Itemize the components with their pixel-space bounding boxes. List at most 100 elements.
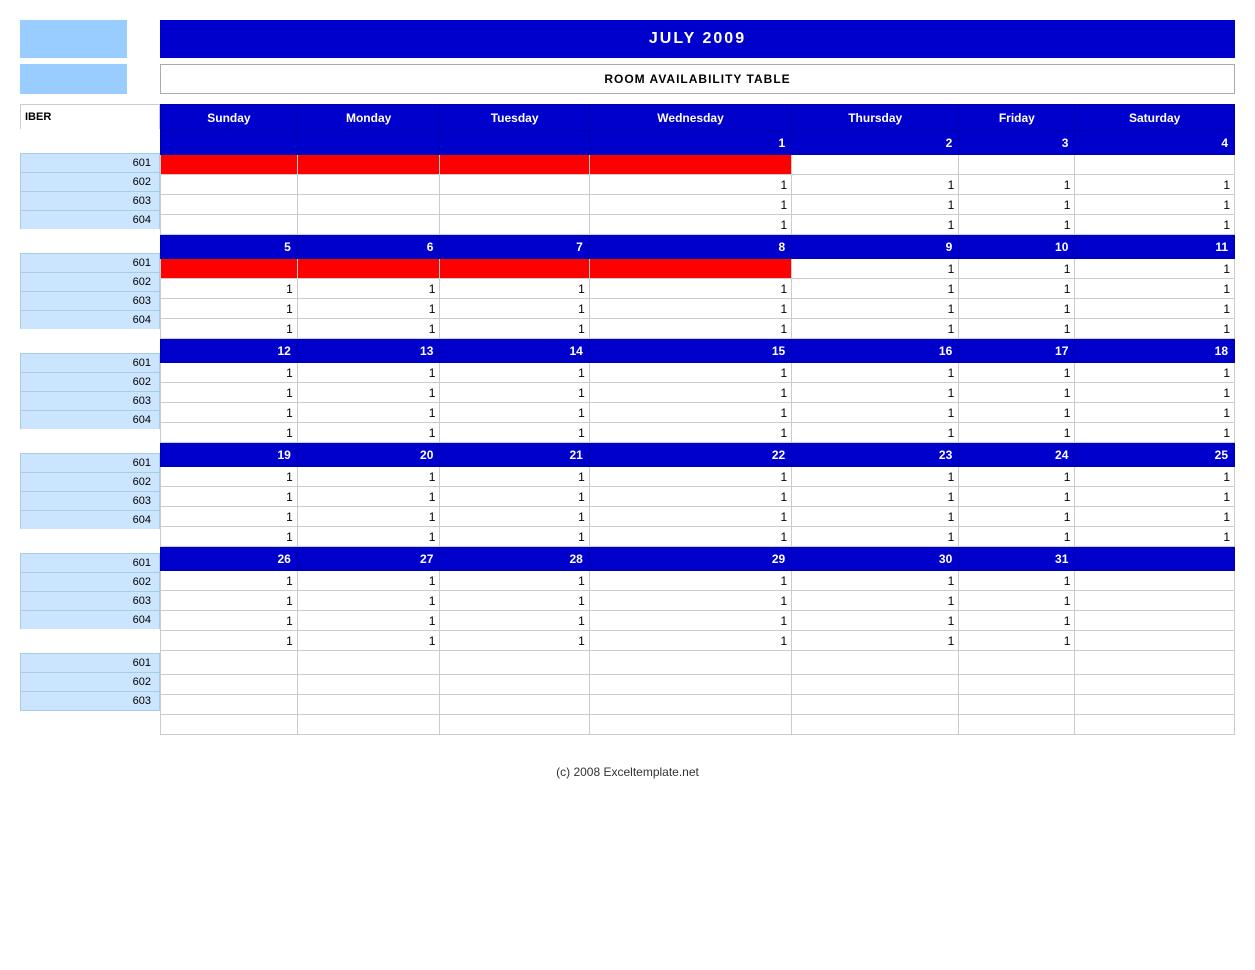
w1-602-wed: 1 [589,175,791,195]
w1-mon [297,131,440,155]
room-601-w4: 601 [20,453,160,473]
extra-room601 [161,675,1235,695]
w1-604-mon [297,215,440,235]
w1-601-sun [161,155,298,175]
w1-room604: 1 1 1 1 [161,215,1235,235]
w2-fri: 10 [959,235,1075,259]
monday-header: Monday [297,105,440,131]
w1-room601 [161,155,1235,175]
room-602-extra: 602 [20,672,160,692]
room-602-w3: 602 [20,372,160,392]
week2-header-spacer [20,229,160,253]
w1-room603: 1 1 1 1 [161,195,1235,215]
room-603-extra: 603 [20,691,160,711]
room-604-w4: 604 [20,510,160,530]
room-602-w4: 602 [20,472,160,492]
w1-603-sat: 1 [1075,195,1235,215]
title-box: JULY 2009 [160,20,1235,58]
room-603-w4: 603 [20,491,160,511]
room-602-w2: 602 [20,272,160,292]
room-604-w5: 604 [20,610,160,630]
w1-604-tue [440,215,589,235]
w1-sat: 4 [1075,131,1235,155]
w1-604-fri: 1 [959,215,1075,235]
extra-header-spacer [161,651,1235,675]
w4-room601: 1 1 1 1 1 1 1 [161,467,1235,487]
w1-fri: 3 [959,131,1075,155]
sunday-header: Sunday [161,105,298,131]
w1-tue [440,131,589,155]
footer: (c) 2008 Exceltemplate.net [20,765,1235,779]
w2-mon: 6 [297,235,440,259]
w4-room604: 1 1 1 1 1 1 1 [161,527,1235,547]
w1-603-tue [440,195,589,215]
w2-601-fri: 1 [959,259,1075,279]
w3-room601: 1 1 1 1 1 1 1 [161,363,1235,383]
w2-601-sat: 1 [1075,259,1235,279]
w2-601-wed [589,259,791,279]
w1-603-sun [161,195,298,215]
week4-dates: 19 20 21 22 23 24 25 [161,443,1235,467]
subtitle-box: ROOM AVAILABILITY TABLE [160,64,1235,94]
w1-603-wed: 1 [589,195,791,215]
wednesday-header: Wednesday [589,105,791,131]
room-603-w2: 603 [20,291,160,311]
w2-601-sun [161,259,298,279]
w1-room602: 1 1 1 1 [161,175,1235,195]
w1-603-thu: 1 [792,195,959,215]
w1-601-sat [1075,155,1235,175]
w2-room602: 1 1 1 1 1 1 1 [161,279,1235,299]
w2-sat: 11 [1075,235,1235,259]
subtitle-text: ROOM AVAILABILITY TABLE [604,72,790,86]
day-header-row: Sunday Monday Tuesday Wednesday Thursday… [161,105,1235,131]
w5-room604: 1 1 1 1 1 1 [161,631,1235,651]
room-601-w5: 601 [20,553,160,573]
week5-header-spacer [20,529,160,553]
w1-602-thu: 1 [792,175,959,195]
w1-604-thu: 1 [792,215,959,235]
room-col-header: IBER [20,104,160,130]
w1-602-tue [440,175,589,195]
w3-room604: 1 1 1 1 1 1 1 [161,423,1235,443]
room-601-w3: 601 [20,353,160,373]
extra-room602 [161,695,1235,715]
room-604-w2: 604 [20,310,160,330]
room-603-w3: 603 [20,391,160,411]
w1-601-tue [440,155,589,175]
room-604-w1: 604 [20,210,160,230]
week2-dates: 5 6 7 8 9 10 11 [161,235,1235,259]
w1-603-fri: 1 [959,195,1075,215]
week1-dates: 1 2 3 4 [161,131,1235,155]
w1-604-wed: 1 [589,215,791,235]
w1-601-mon [297,155,440,175]
room-601-extra: 601 [20,653,160,673]
week1-header-spacer [20,129,160,153]
week3-header-spacer [20,329,160,353]
extra-room603 [161,715,1235,735]
page-wrapper: JULY 2009 ROOM AVAILABILITY TABLE IBER 6… [20,20,1235,779]
w2-601-mon [297,259,440,279]
room-602-w5: 602 [20,572,160,592]
tuesday-header: Tuesday [440,105,589,131]
room-604-w3: 604 [20,410,160,430]
room-603-w5: 603 [20,591,160,611]
footer-text: (c) 2008 Exceltemplate.net [556,765,699,779]
w1-thu: 2 [792,131,959,155]
title-text: JULY 2009 [649,30,746,48]
w1-sun [161,131,298,155]
week4-header-spacer [20,429,160,453]
saturday-header: Saturday [1075,105,1235,131]
w5-room602: 1 1 1 1 1 1 [161,591,1235,611]
w1-602-sat: 1 [1075,175,1235,195]
w1-601-thu [792,155,959,175]
w2-wed: 8 [589,235,791,259]
w1-604-sat: 1 [1075,215,1235,235]
w2-room603: 1 1 1 1 1 1 1 [161,299,1235,319]
friday-header: Friday [959,105,1075,131]
w1-603-mon [297,195,440,215]
left-top-placeholder [20,20,160,58]
room-column: IBER 601 602 603 604 601 602 603 604 601… [20,104,160,710]
w3-room603: 1 1 1 1 1 1 1 [161,403,1235,423]
w2-601-thu: 1 [792,259,959,279]
w1-602-sun [161,175,298,195]
